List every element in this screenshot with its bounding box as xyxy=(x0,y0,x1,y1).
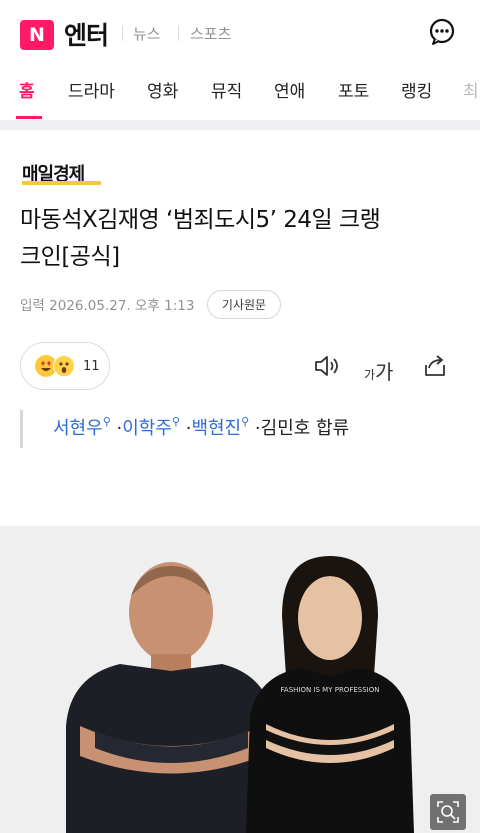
tab-ranking[interactable]: 랭킹 xyxy=(401,77,432,102)
active-tab-indicator xyxy=(16,116,42,119)
photo-illustration: FASHION IS MY PROFESSION xyxy=(0,526,480,833)
magnifier-icon: ⚲ xyxy=(171,415,180,428)
font-size-large-label: 가 xyxy=(375,360,394,384)
tab-dating[interactable]: 연애 xyxy=(274,77,305,102)
share-icon[interactable] xyxy=(422,354,448,378)
tab-photo[interactable]: 포토 xyxy=(338,77,369,102)
tab-drama[interactable]: 드라마 xyxy=(68,77,115,102)
speaker-icon[interactable] xyxy=(313,354,341,378)
chat-icon[interactable] xyxy=(428,18,456,46)
font-size-button[interactable]: 가가 xyxy=(364,356,393,385)
original-article-button[interactable]: 기사원문 xyxy=(207,290,281,319)
article-headline: 마동석X김재영 ‘범죄도시5’ 24일 크랭 크인[공식] xyxy=(20,202,460,276)
divider xyxy=(178,26,179,41)
news-link[interactable]: 뉴스 xyxy=(133,23,161,44)
cast-link[interactable]: 백현진 xyxy=(191,418,241,439)
reaction-count: 11 xyxy=(83,359,100,374)
font-size-small-label: 가 xyxy=(364,368,376,382)
headline-line: 크인[공식] xyxy=(20,244,120,270)
category-tabs: 홈 드라마 영화 뮤직 연애 포토 랭킹 최 xyxy=(0,64,480,120)
article-date: 입력 2026.05.27. 오후 1:13 xyxy=(20,298,195,314)
tab-movie[interactable]: 영화 xyxy=(147,77,178,102)
section-divider xyxy=(0,120,480,130)
cast-summary: 서현우⚲ ·이학주⚲ ·백현진⚲ ·김민호 합류 xyxy=(20,410,460,448)
tab-music[interactable]: 뮤직 xyxy=(211,77,242,102)
divider xyxy=(122,26,123,41)
press-underline xyxy=(22,181,101,185)
search-zoom-icon xyxy=(437,801,459,823)
magnifier-icon: ⚲ xyxy=(241,415,250,428)
reaction-button[interactable]: 11 xyxy=(20,342,110,390)
magnifier-icon: ⚲ xyxy=(102,415,111,428)
section-title[interactable]: 엔터 xyxy=(64,16,109,52)
top-bar: N 엔터 뉴스 스포츠 xyxy=(0,0,480,64)
cast-tail: ·김민호 합류 xyxy=(254,418,350,439)
tab-home[interactable]: 홈 xyxy=(19,77,35,102)
tab-more[interactable]: 최 xyxy=(463,77,479,102)
photo-zoom-button[interactable] xyxy=(430,794,466,830)
article-photo[interactable]: FASHION IS MY PROFESSION xyxy=(0,526,480,833)
shirt-text: FASHION IS MY PROFESSION xyxy=(281,686,380,694)
surprised-emoji-icon xyxy=(53,355,75,377)
naver-logo[interactable]: N xyxy=(20,20,54,50)
sports-link[interactable]: 스포츠 xyxy=(190,23,231,44)
cast-link[interactable]: 이학주 xyxy=(122,418,172,439)
headline-line: 마동석X김재영 ‘범죄도시5’ 24일 크랭 xyxy=(20,207,381,233)
cast-link[interactable]: 서현우 xyxy=(53,418,103,439)
